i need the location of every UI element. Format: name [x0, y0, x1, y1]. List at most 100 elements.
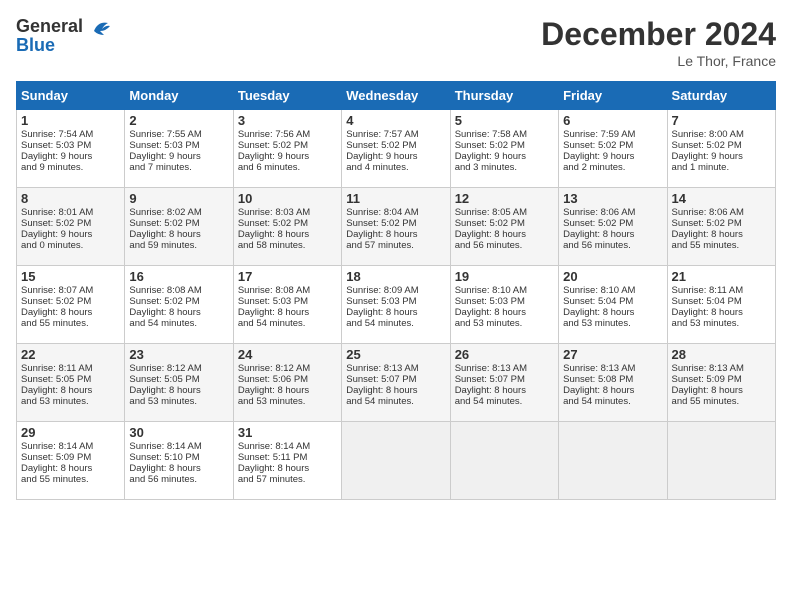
day-info: Sunset: 5:04 PM [672, 296, 771, 307]
day-number: 8 [21, 191, 120, 206]
day-info: Sunrise: 8:04 AM [346, 207, 445, 218]
day-info: Sunset: 5:09 PM [672, 374, 771, 385]
day-info: Sunrise: 8:00 AM [672, 129, 771, 140]
day-info: Sunset: 5:07 PM [455, 374, 554, 385]
calendar-cell: 3Sunrise: 7:56 AMSunset: 5:02 PMDaylight… [233, 110, 341, 188]
day-info: Daylight: 8 hours [238, 307, 337, 318]
day-info: and 4 minutes. [346, 162, 445, 173]
day-info: Sunrise: 8:06 AM [563, 207, 662, 218]
day-info: Sunrise: 7:58 AM [455, 129, 554, 140]
day-number: 19 [455, 269, 554, 284]
day-info: Sunrise: 8:05 AM [455, 207, 554, 218]
location: Le Thor, France [541, 53, 776, 69]
calendar-cell: 12Sunrise: 8:05 AMSunset: 5:02 PMDayligh… [450, 188, 558, 266]
day-info: Daylight: 8 hours [129, 307, 228, 318]
day-info: Sunset: 5:02 PM [563, 218, 662, 229]
day-info: Sunrise: 8:12 AM [238, 363, 337, 374]
day-info: Sunrise: 7:54 AM [21, 129, 120, 140]
day-info: Daylight: 8 hours [129, 385, 228, 396]
header-row: SundayMondayTuesdayWednesdayThursdayFrid… [17, 82, 776, 110]
day-info: Sunset: 5:09 PM [21, 452, 120, 463]
day-info: and 55 minutes. [672, 396, 771, 407]
day-number: 3 [238, 113, 337, 128]
calendar-cell: 28Sunrise: 8:13 AMSunset: 5:09 PMDayligh… [667, 344, 775, 422]
day-info: Sunrise: 8:13 AM [455, 363, 554, 374]
col-header-thursday: Thursday [450, 82, 558, 110]
day-info: Sunset: 5:02 PM [672, 140, 771, 151]
calendar-cell: 6Sunrise: 7:59 AMSunset: 5:02 PMDaylight… [559, 110, 667, 188]
day-info: Sunrise: 8:14 AM [21, 441, 120, 452]
day-info: and 56 minutes. [455, 240, 554, 251]
col-header-saturday: Saturday [667, 82, 775, 110]
day-info: and 57 minutes. [238, 474, 337, 485]
day-info: and 7 minutes. [129, 162, 228, 173]
day-info: Sunrise: 8:13 AM [346, 363, 445, 374]
day-info: Sunrise: 8:14 AM [129, 441, 228, 452]
day-info: and 57 minutes. [346, 240, 445, 251]
calendar-cell: 5Sunrise: 7:58 AMSunset: 5:02 PMDaylight… [450, 110, 558, 188]
day-info: Sunset: 5:03 PM [455, 296, 554, 307]
day-info: Sunrise: 7:55 AM [129, 129, 228, 140]
day-number: 27 [563, 347, 662, 362]
day-number: 31 [238, 425, 337, 440]
day-info: and 9 minutes. [21, 162, 120, 173]
calendar-cell [342, 422, 450, 500]
day-info: Sunrise: 8:07 AM [21, 285, 120, 296]
day-info: Daylight: 8 hours [21, 463, 120, 474]
day-info: and 55 minutes. [672, 240, 771, 251]
day-info: Sunset: 5:02 PM [129, 296, 228, 307]
day-info: Sunset: 5:03 PM [21, 140, 120, 151]
day-info: Daylight: 8 hours [455, 229, 554, 240]
day-number: 28 [672, 347, 771, 362]
col-header-tuesday: Tuesday [233, 82, 341, 110]
day-info: Daylight: 8 hours [21, 307, 120, 318]
day-info: Sunset: 5:02 PM [21, 218, 120, 229]
calendar-cell: 29Sunrise: 8:14 AMSunset: 5:09 PMDayligh… [17, 422, 125, 500]
calendar-cell: 21Sunrise: 8:11 AMSunset: 5:04 PMDayligh… [667, 266, 775, 344]
logo: General Blue [16, 16, 114, 56]
calendar-body: 1Sunrise: 7:54 AMSunset: 5:03 PMDaylight… [17, 110, 776, 500]
col-header-monday: Monday [125, 82, 233, 110]
day-number: 13 [563, 191, 662, 206]
day-info: Sunset: 5:02 PM [346, 140, 445, 151]
day-info: Daylight: 8 hours [346, 307, 445, 318]
calendar-cell: 2Sunrise: 7:55 AMSunset: 5:03 PMDaylight… [125, 110, 233, 188]
day-info: and 54 minutes. [129, 318, 228, 329]
day-number: 24 [238, 347, 337, 362]
day-number: 5 [455, 113, 554, 128]
day-info: Sunset: 5:02 PM [455, 218, 554, 229]
day-info: Sunrise: 7:59 AM [563, 129, 662, 140]
day-number: 26 [455, 347, 554, 362]
day-number: 16 [129, 269, 228, 284]
day-info: Daylight: 8 hours [563, 385, 662, 396]
day-info: Sunset: 5:03 PM [129, 140, 228, 151]
col-header-friday: Friday [559, 82, 667, 110]
day-info: and 53 minutes. [129, 396, 228, 407]
calendar-cell: 24Sunrise: 8:12 AMSunset: 5:06 PMDayligh… [233, 344, 341, 422]
day-number: 29 [21, 425, 120, 440]
day-info: Daylight: 9 hours [563, 151, 662, 162]
calendar-cell: 17Sunrise: 8:08 AMSunset: 5:03 PMDayligh… [233, 266, 341, 344]
logo-general: General [16, 16, 83, 36]
day-number: 15 [21, 269, 120, 284]
week-row-2: 8Sunrise: 8:01 AMSunset: 5:02 PMDaylight… [17, 188, 776, 266]
day-info: Daylight: 9 hours [21, 229, 120, 240]
day-info: Daylight: 9 hours [455, 151, 554, 162]
day-info: Daylight: 8 hours [672, 385, 771, 396]
day-info: and 54 minutes. [455, 396, 554, 407]
day-number: 12 [455, 191, 554, 206]
day-number: 17 [238, 269, 337, 284]
day-info: and 2 minutes. [563, 162, 662, 173]
day-info: Sunset: 5:05 PM [21, 374, 120, 385]
calendar-cell: 23Sunrise: 8:12 AMSunset: 5:05 PMDayligh… [125, 344, 233, 422]
day-info: Sunset: 5:06 PM [238, 374, 337, 385]
page-header: General Blue December 2024 Le Thor, Fran… [16, 16, 776, 69]
day-info: Daylight: 9 hours [672, 151, 771, 162]
day-info: and 56 minutes. [129, 474, 228, 485]
day-info: and 0 minutes. [21, 240, 120, 251]
calendar-cell: 16Sunrise: 8:08 AMSunset: 5:02 PMDayligh… [125, 266, 233, 344]
day-info: and 54 minutes. [238, 318, 337, 329]
col-header-wednesday: Wednesday [342, 82, 450, 110]
day-info: and 53 minutes. [238, 396, 337, 407]
calendar-cell: 8Sunrise: 8:01 AMSunset: 5:02 PMDaylight… [17, 188, 125, 266]
